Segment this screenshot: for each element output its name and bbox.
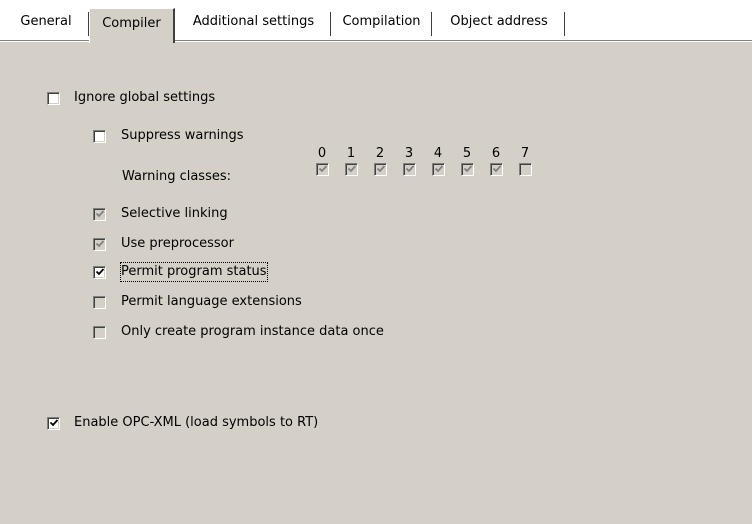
warning-class-checkbox <box>316 163 329 176</box>
enable-opc-xml-label: Enable OPC-XML (load symbols to RT) <box>74 415 319 430</box>
warning-class-checkbox <box>403 163 416 176</box>
warning-class-checkbox <box>374 163 387 176</box>
warning-classes-group: 0 1 2 3 4 5 6 7 <box>316 147 546 187</box>
warning-classes-label: Warning classes: <box>122 169 232 184</box>
tab-compiler[interactable]: Compiler <box>89 8 175 43</box>
tab-compilation[interactable]: Compilation <box>333 10 430 36</box>
warning-class-number: 0 <box>317 146 327 161</box>
warning-class-checkbox <box>490 163 503 176</box>
warning-class-checkbox <box>519 163 532 176</box>
tab-object-address[interactable]: Object address <box>435 10 563 36</box>
selective-linking-checkbox <box>93 208 106 221</box>
warning-class-checkbox <box>432 163 445 176</box>
warning-class-number: 1 <box>346 146 356 161</box>
suppress-warnings-label: Suppress warnings <box>121 128 244 143</box>
tab-separator <box>330 12 332 36</box>
warning-class-number: 6 <box>491 146 501 161</box>
permit-language-extensions-label: Permit language extensions <box>121 294 302 309</box>
enable-opc-xml-checkbox[interactable] <box>47 417 60 430</box>
tab-additional-settings[interactable]: Additional settings <box>177 10 330 36</box>
warning-class-checkbox <box>345 163 358 176</box>
tab-general[interactable]: General <box>6 10 86 36</box>
tab-separator <box>564 12 566 36</box>
permit-program-status-checkbox[interactable] <box>93 266 106 279</box>
ignore-global-settings-label: Ignore global settings <box>74 90 216 105</box>
warning-class-number: 3 <box>404 146 414 161</box>
tab-strip: General Compiler Additional settings Com… <box>0 0 752 43</box>
compiler-settings-panel: Ignore global settings Suppress warnings… <box>0 40 752 524</box>
tab-separator <box>431 12 433 36</box>
only-create-instance-once-label: Only create program instance data once <box>121 324 384 339</box>
only-create-instance-once-checkbox <box>93 326 106 339</box>
permit-language-extensions-checkbox <box>93 296 106 309</box>
suppress-warnings-checkbox[interactable] <box>93 130 106 143</box>
ignore-global-settings-checkbox[interactable] <box>47 92 60 105</box>
warning-class-checkbox <box>461 163 474 176</box>
use-preprocessor-label: Use preprocessor <box>121 236 234 251</box>
warning-class-number: 4 <box>433 146 443 161</box>
warning-class-number: 2 <box>375 146 385 161</box>
warning-class-number: 5 <box>462 146 472 161</box>
use-preprocessor-checkbox <box>93 238 106 251</box>
permit-program-status-label: Permit program status <box>120 262 268 282</box>
selective-linking-label: Selective linking <box>121 206 228 221</box>
warning-class-number: 7 <box>520 146 530 161</box>
